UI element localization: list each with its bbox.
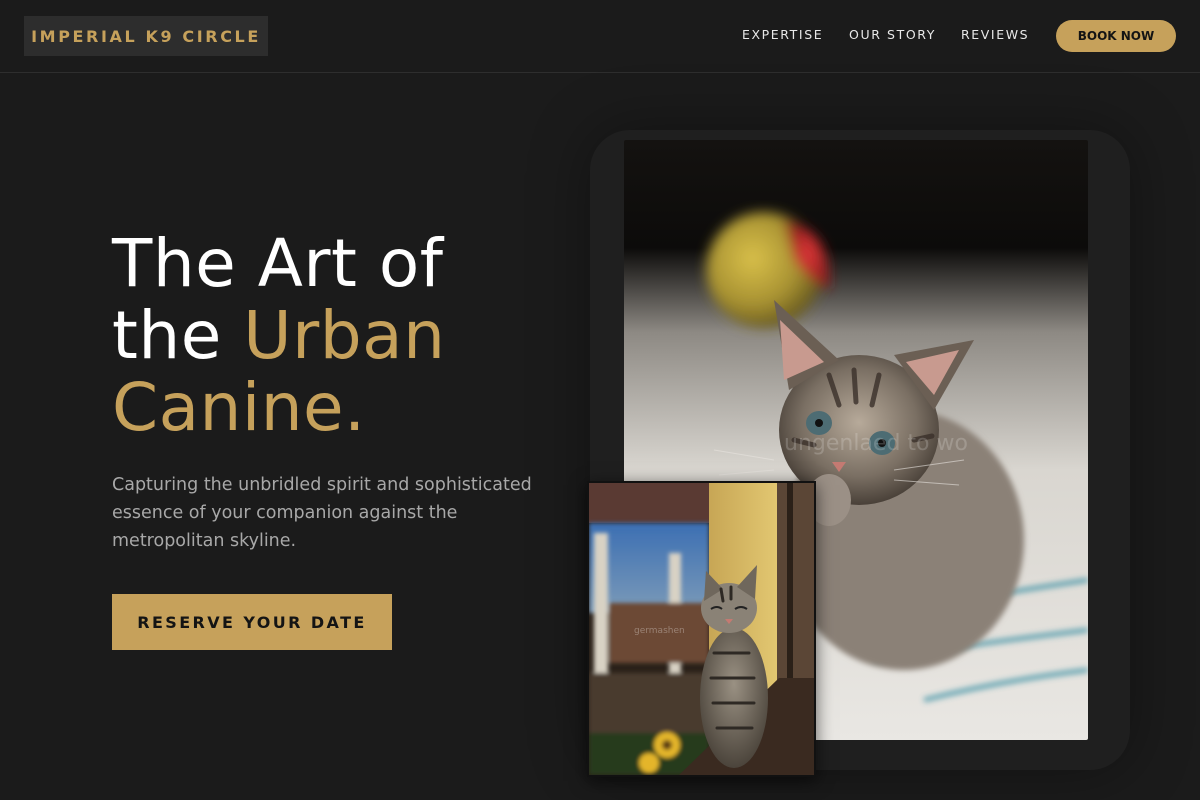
svg-text:germashen: germashen [634,626,685,636]
hero-headline: The Art of the Urban Canine. [112,228,582,444]
reserve-date-button[interactable]: RESERVE YOUR DATE [112,594,392,650]
svg-text:ungenlaed to wo: ungenlaed to wo [784,431,968,456]
top-navigation: IMPERIAL K9 CIRCLE EXPERTISE OUR STORY R… [0,0,1200,73]
headline-accent-urban: Urban [243,297,446,374]
book-now-button[interactable]: BOOK NOW [1056,20,1176,52]
headline-accent-canine: Canine. [112,369,366,446]
nav-link-our-story[interactable]: OUR STORY [849,27,936,42]
nav-link-reviews[interactable]: REVIEWS [961,27,1029,42]
brand-logo[interactable]: IMPERIAL K9 CIRCLE [24,16,268,56]
headline-line-1: The Art of [112,225,444,302]
headline-line-2-plain: the [112,297,244,374]
tabby-cat-on-railing-photo: germashen [587,481,816,777]
nav-link-expertise[interactable]: EXPERTISE [742,27,823,42]
hero-subtext: Capturing the unbridled spirit and sophi… [112,475,532,551]
